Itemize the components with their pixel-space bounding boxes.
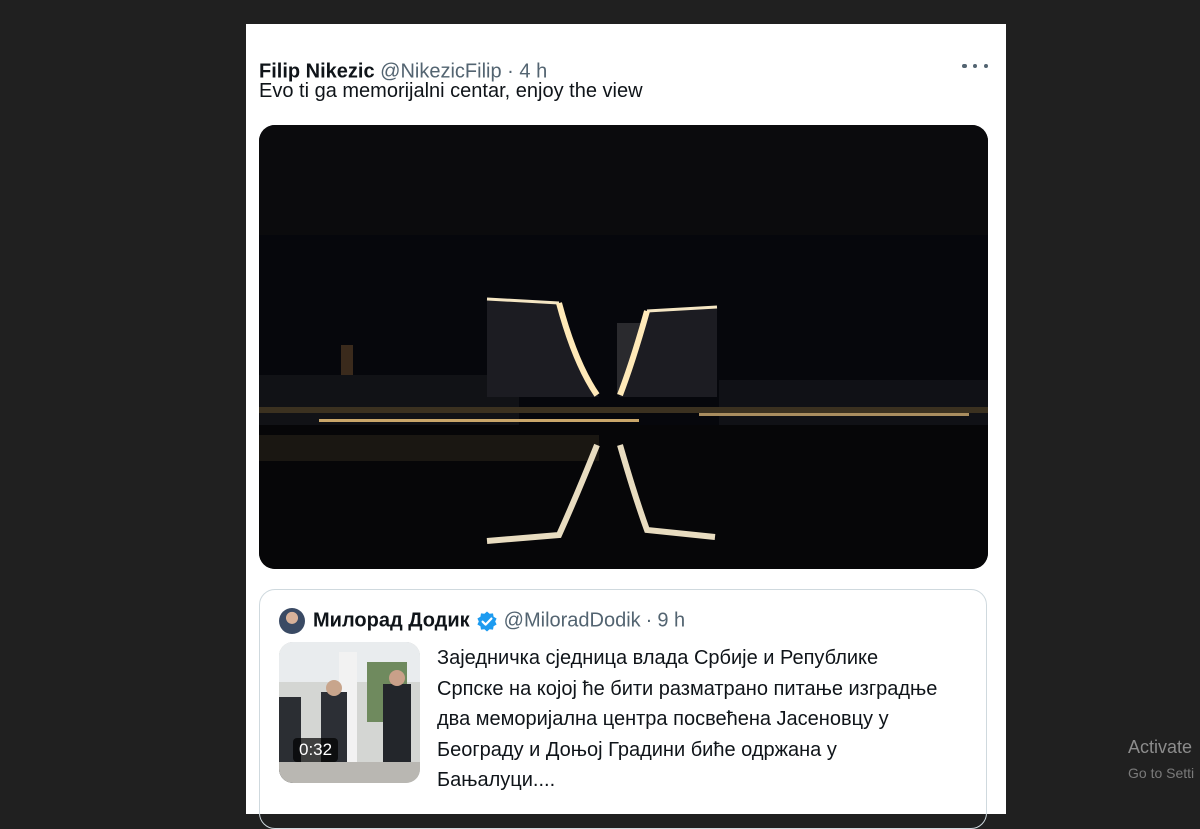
- quoted-tweet-time[interactable]: 9 h: [657, 610, 685, 633]
- video-thumbnail[interactable]: 0:32: [279, 642, 420, 783]
- more-options-icon[interactable]: [962, 58, 988, 74]
- activation-watermark: Activate: [1128, 737, 1193, 757]
- separator-dot: ·: [645, 609, 653, 632]
- quoted-text-line: Српске на којој ће бити разматрано питањ…: [437, 677, 938, 700]
- activation-watermark-sub: Go to Setti: [1128, 765, 1195, 781]
- quoted-text-line: Бањалуци....: [437, 769, 556, 791]
- tweet-photo[interactable]: [259, 125, 988, 569]
- quoted-tweet-header: Милорад Додик @MiloradDodik · 9 h: [313, 610, 685, 633]
- quoted-text-line: Заједничка сједница влада Србије и Репуб…: [437, 647, 879, 669]
- verified-badge-icon: [476, 610, 498, 632]
- quoted-author-avatar[interactable]: [279, 608, 305, 634]
- quoted-author-name[interactable]: Милорад Додик: [313, 610, 470, 633]
- tweet-text: Evo ti ga memorijalni centar, enjoy the …: [259, 80, 643, 102]
- video-duration: 0:32: [293, 738, 339, 762]
- quoted-text-line: два меморијална центра посвећена Јасенов…: [437, 708, 889, 730]
- quoted-author-handle[interactable]: @MiloradDodik: [504, 610, 641, 633]
- quoted-tweet[interactable]: Милорад Додик @MiloradDodik · 9 h 0:32 З…: [259, 589, 987, 829]
- quoted-text-line: Београду и Доњој Градини биће одржана у: [437, 738, 837, 761]
- tweet-card[interactable]: Filip Nikezic @NikezicFilip · 4 h Evo ti…: [246, 24, 1006, 829]
- quoted-tweet-text: Заједничка сједница влада Србије и Репуб…: [437, 643, 982, 796]
